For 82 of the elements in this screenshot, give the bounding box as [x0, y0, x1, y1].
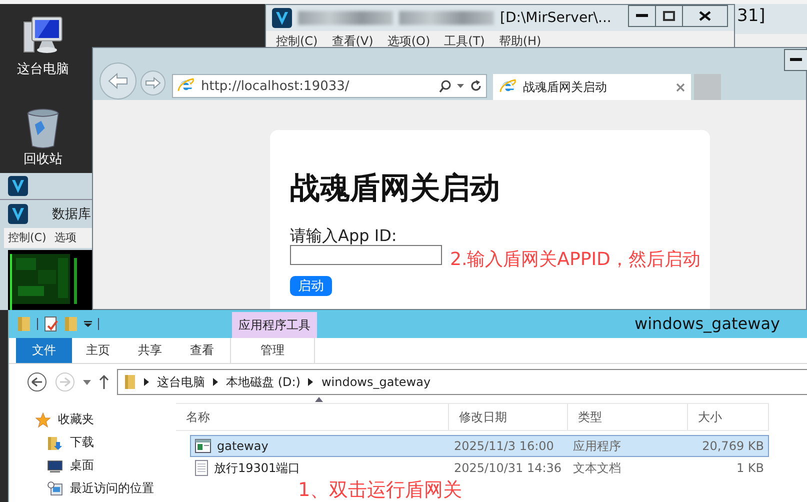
text-file-icon [195, 460, 208, 476]
close-icon [699, 11, 711, 21]
recent-places-icon [47, 480, 63, 496]
field-label: 请输入App ID: [290, 227, 398, 244]
chevron-icon[interactable] [308, 378, 314, 386]
nav-item[interactable]: 收藏夹 [58, 411, 94, 428]
nav-item[interactable]: 最近访问的位置 [70, 480, 154, 497]
minimize-button[interactable] [784, 49, 807, 71]
file-size: 1 KB [735, 461, 764, 475]
file-row[interactable]: 放行19301端口 2025/10/31 14:36 文本文档 1 KB [190, 457, 769, 479]
application-icon [195, 439, 211, 453]
file-size: 20,769 KB [701, 439, 764, 453]
menu-item[interactable]: 帮助(H) [498, 33, 542, 47]
app-logo-icon [8, 204, 28, 224]
menu-item[interactable]: 控制(C) [8, 230, 46, 246]
window-title: 数据库 [52, 206, 91, 223]
nav-item[interactable]: 桌面 [70, 457, 94, 474]
address-bar[interactable]: 这台电脑 本地磁盘 (D:) windows_gateway [117, 369, 807, 395]
window-title: 31] [736, 5, 766, 26]
start-button[interactable]: 启动 [290, 276, 332, 296]
forward-button[interactable] [140, 70, 166, 96]
search-icon[interactable] [439, 80, 451, 92]
window-title: [D:\MirServer\... [500, 10, 612, 26]
file-name: 放行19301端口 [214, 460, 300, 476]
window-title: windows_gateway [634, 314, 780, 333]
app-logo-icon [272, 8, 292, 28]
dropdown-caret-icon[interactable] [84, 321, 92, 327]
sort-arrow-icon[interactable] [315, 397, 323, 402]
file-date: 2025/11/3 16:00 [453, 439, 555, 453]
back-button[interactable] [27, 372, 47, 392]
annotation-text: 2.输入盾网关APPID，然后启动 [450, 250, 700, 270]
minimize-button[interactable] [628, 5, 656, 27]
file-type: 文本文档 [572, 460, 622, 476]
app-logo-icon [8, 176, 28, 196]
file-date: 2025/10/31 14:36 [453, 461, 563, 475]
download-folder-icon [47, 434, 63, 450]
minimize-icon [790, 58, 802, 62]
column-header[interactable]: 修改日期 [449, 404, 568, 430]
ribbon-tab[interactable]: 文件 [16, 338, 72, 363]
file-type: 应用程序 [572, 438, 622, 454]
chevron-icon[interactable] [213, 378, 218, 386]
minimize-icon [636, 14, 648, 18]
star-icon [35, 412, 51, 428]
file-row[interactable]: gateway 2025/11/3 16:00 应用程序 20,769 KB [190, 435, 769, 457]
file-name: gateway [217, 439, 268, 453]
menu-item[interactable]: 查看(V) [332, 33, 374, 47]
close-icon[interactable] [676, 82, 685, 92]
context-tab-group: 应用程序工具 [232, 312, 317, 338]
column-header[interactable]: 大小 [688, 404, 769, 430]
ribbon-tab[interactable]: 管理 [230, 338, 315, 363]
annotation-text: 1、双击运行盾网关 [298, 479, 462, 501]
nav-item[interactable]: 下载 [70, 434, 94, 451]
desktop-icon-label[interactable]: 这台电脑 [17, 62, 69, 77]
address-bar[interactable]: http://localhost:19033/ [172, 74, 487, 98]
menu-item[interactable]: 选项(O) [387, 33, 430, 47]
ribbon-tab[interactable]: 主页 [72, 338, 124, 363]
ribbon-tab[interactable]: 共享 [124, 338, 176, 363]
menu-item[interactable]: 工具(T) [444, 33, 485, 47]
dropdown-caret-icon[interactable] [457, 84, 464, 88]
dropdown-caret-icon[interactable] [83, 380, 91, 384]
maximize-button[interactable] [655, 5, 683, 27]
column-header[interactable]: 名称 [176, 404, 449, 430]
desktop-icon [47, 458, 63, 474]
maximize-icon [663, 11, 675, 21]
column-header[interactable]: 类型 [568, 404, 688, 430]
breadcrumb[interactable]: windows_gateway [321, 375, 431, 389]
menu-item[interactable]: 选项 [54, 230, 76, 246]
ribbon-tab[interactable]: 查看 [176, 338, 228, 363]
up-arrow-icon[interactable] [99, 375, 109, 389]
menu-item[interactable]: 控制(C) [276, 33, 318, 47]
browser-tab[interactable]: 战魂盾网关启动 [493, 74, 691, 100]
app-id-input[interactable] [290, 244, 442, 264]
breadcrumb[interactable]: 本地磁盘 (D:) [226, 374, 300, 390]
chevron-icon[interactable] [144, 378, 149, 386]
properties-icon[interactable] [44, 316, 58, 332]
refresh-icon[interactable] [470, 80, 482, 92]
breadcrumb[interactable]: 这台电脑 [157, 374, 205, 390]
folder-icon [124, 374, 136, 390]
recycle-bin-icon [25, 108, 61, 150]
close-button[interactable] [682, 5, 728, 27]
desktop-icon-label[interactable]: 回收站 [24, 152, 62, 167]
page-heading: 战魂盾网关启动 [290, 170, 501, 208]
